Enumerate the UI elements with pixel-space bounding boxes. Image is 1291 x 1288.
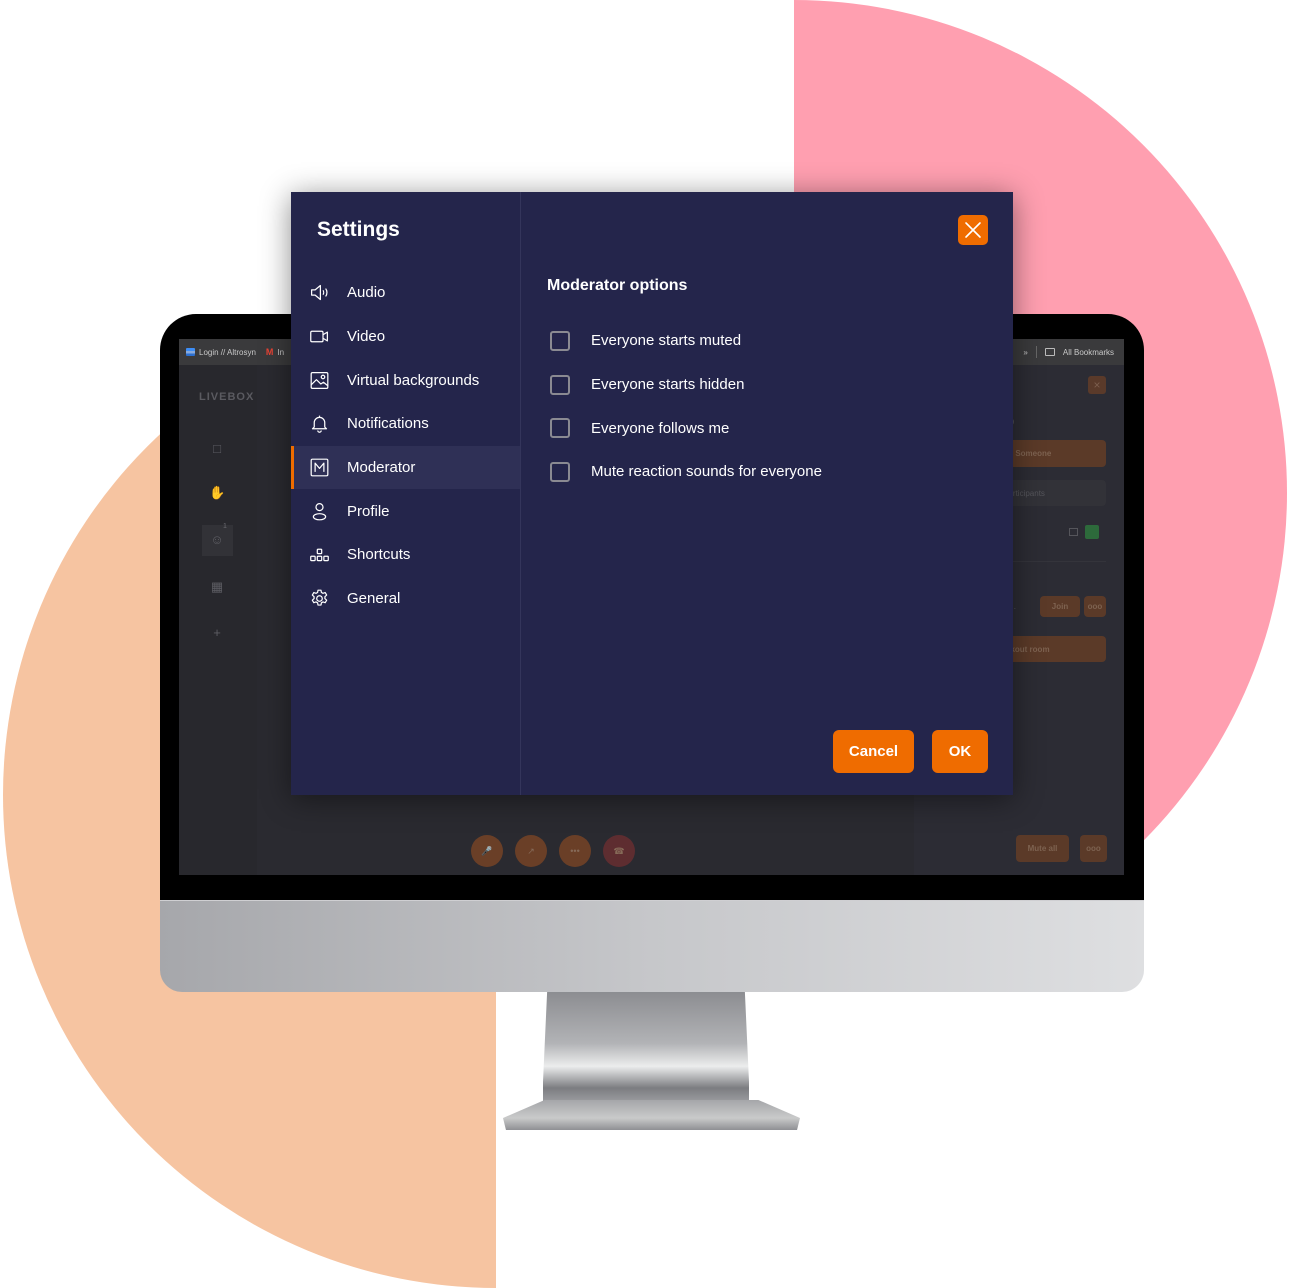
moderator-options-list: Everyone starts muted Everyone starts hi… bbox=[550, 319, 822, 494]
sidebar-item-label: Shortcuts bbox=[347, 546, 411, 564]
participants-badge: 1 bbox=[223, 523, 227, 530]
option-label: Everyone follows me bbox=[591, 419, 730, 437]
close-icon bbox=[965, 222, 981, 238]
more-button[interactable]: ••• bbox=[559, 835, 591, 867]
sidebar-item-label: Moderator bbox=[347, 459, 416, 477]
gear-icon bbox=[308, 588, 330, 610]
share-screen-button[interactable]: ↗ bbox=[515, 835, 547, 867]
sidebar-item-general[interactable]: General bbox=[291, 577, 520, 621]
sidebar-item-virtual-backgrounds[interactable]: Virtual backgrounds bbox=[291, 358, 520, 402]
option-label: Everyone starts hidden bbox=[591, 376, 745, 394]
moderator-m-icon bbox=[308, 457, 330, 479]
sidebar-item-moderator[interactable]: Moderator bbox=[291, 445, 520, 490]
sidebar-item-shortcuts[interactable]: Shortcuts bbox=[291, 533, 520, 577]
bell-icon bbox=[308, 413, 330, 435]
monitor-chin bbox=[160, 900, 1144, 992]
divider bbox=[1035, 346, 1037, 358]
shortcuts-icon bbox=[308, 544, 330, 566]
all-bookmarks-button[interactable]: All Bookmarks bbox=[1063, 348, 1114, 357]
image-icon bbox=[308, 369, 330, 391]
bookmark-altrosyn[interactable]: Login // Altrosyn bbox=[186, 348, 256, 357]
sidebar-item-notifications[interactable]: Notifications bbox=[291, 402, 520, 446]
option-everyone-starts-muted[interactable]: Everyone starts muted bbox=[550, 319, 822, 363]
speaker-icon bbox=[308, 282, 330, 304]
microphone-on-icon bbox=[1085, 525, 1099, 539]
user-icon bbox=[308, 500, 330, 522]
section-title: Moderator options bbox=[547, 277, 688, 294]
bookmarks-overflow-button[interactable]: » bbox=[1023, 348, 1027, 357]
altrosyn-icon bbox=[186, 348, 195, 356]
sidebar-item-label: Profile bbox=[347, 502, 390, 520]
microphone-icon: 🎤 bbox=[481, 845, 493, 856]
bookmark-label: Login // Altrosyn bbox=[199, 347, 256, 357]
video-camera-icon bbox=[308, 326, 330, 348]
sidebar-item-audio[interactable]: Audio bbox=[291, 271, 520, 315]
settings-sidebar: Settings Audio Video Virtual backgrounds bbox=[291, 192, 521, 795]
end-call-icon: ☎ bbox=[613, 845, 625, 856]
monitor-stand-base bbox=[503, 1100, 800, 1130]
participants-icon[interactable]: ☺ bbox=[209, 532, 225, 548]
settings-content: Moderator options Everyone starts muted … bbox=[521, 192, 1013, 795]
panel-more-button[interactable]: ooo bbox=[1080, 835, 1107, 862]
folder-icon bbox=[1044, 348, 1055, 356]
sidebar-item-label: General bbox=[347, 590, 401, 608]
bookmark-label: In bbox=[277, 347, 285, 357]
checkbox-everyone-starts-hidden[interactable] bbox=[550, 374, 570, 395]
settings-nav: Audio Video Virtual backgrounds Notifica… bbox=[291, 271, 520, 621]
close-button[interactable] bbox=[958, 215, 988, 245]
settings-title: Settings bbox=[317, 218, 400, 241]
sidebar-item-label: Notifications bbox=[347, 415, 429, 433]
app-sidebar: LIVEBOX □ ✋ ☺ 1 ▦ + bbox=[179, 365, 257, 875]
option-everyone-follows-me[interactable]: Everyone follows me bbox=[550, 406, 822, 450]
sidebar-item-label: Virtual backgrounds bbox=[347, 371, 480, 389]
checkbox-everyone-follows-me[interactable] bbox=[550, 418, 570, 439]
raise-hand-icon[interactable]: ✋ bbox=[209, 485, 225, 501]
end-call-button[interactable]: ☎ bbox=[603, 835, 635, 867]
settings-dialog: Settings Audio Video Virtual backgrounds bbox=[291, 192, 1013, 795]
sidebar-item-label: Video bbox=[347, 328, 386, 346]
more-icon: ••• bbox=[570, 846, 580, 856]
join-room-button[interactable]: Join bbox=[1040, 596, 1080, 617]
option-label: Mute reaction sounds for everyone bbox=[591, 463, 822, 481]
sidebar-item-profile[interactable]: Profile bbox=[291, 489, 520, 533]
panel-close-button[interactable]: × bbox=[1088, 376, 1106, 394]
share-screen-icon: ↗ bbox=[527, 845, 535, 856]
grid-icon[interactable]: ▦ bbox=[209, 579, 225, 595]
cancel-button[interactable]: Cancel bbox=[833, 730, 914, 773]
option-mute-reaction-sounds[interactable]: Mute reaction sounds for everyone bbox=[550, 450, 822, 494]
microphone-button[interactable]: 🎤 bbox=[471, 835, 503, 867]
ok-button[interactable]: OK bbox=[932, 730, 988, 773]
chat-icon[interactable]: □ bbox=[209, 441, 225, 457]
call-controls: 🎤 ↗ ••• ☎ bbox=[471, 835, 635, 867]
option-everyone-starts-hidden[interactable]: Everyone starts hidden bbox=[550, 363, 822, 407]
livebox-logo: LIVEBOX bbox=[199, 391, 255, 403]
bookmark-gmail[interactable]: M In bbox=[266, 347, 284, 357]
option-label: Everyone starts muted bbox=[591, 332, 742, 350]
checkbox-mute-reaction-sounds[interactable] bbox=[550, 461, 570, 482]
camera-off-icon bbox=[1069, 528, 1078, 536]
add-user-icon[interactable]: + bbox=[209, 625, 225, 641]
mute-all-button[interactable]: Mute all bbox=[1016, 835, 1069, 862]
room-more-button[interactable]: ooo bbox=[1084, 596, 1106, 617]
sidebar-item-video[interactable]: Video bbox=[291, 315, 520, 359]
checkbox-everyone-starts-muted[interactable] bbox=[550, 330, 570, 351]
gmail-icon: M bbox=[265, 347, 274, 357]
sidebar-item-label: Audio bbox=[347, 284, 386, 302]
